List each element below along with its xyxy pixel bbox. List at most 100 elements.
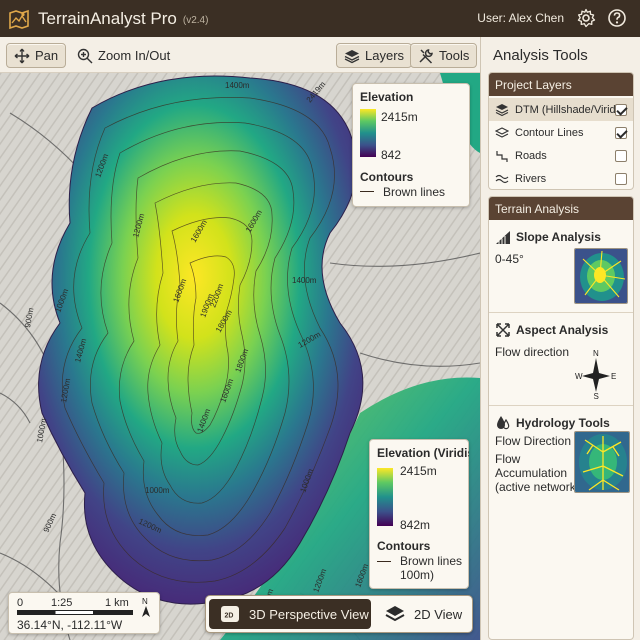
north-arrow-icon: N — [142, 597, 150, 617]
compass-s: S — [594, 392, 599, 400]
aspect-title-row: Aspect Analysis — [494, 321, 608, 339]
layers-icon — [344, 49, 360, 63]
contour-icon — [495, 126, 509, 138]
river-icon — [495, 174, 509, 183]
elevation-ramp — [377, 468, 393, 526]
legend-max: 2415m — [400, 464, 437, 478]
coordinate-readout: 36.14°N, -112.11°W — [17, 618, 123, 632]
elevation-viridis-legend: Elevation (Viridis 2415m 842m Contours B… — [369, 439, 469, 589]
slope-thumbnail[interactable] — [574, 248, 628, 304]
layer-name: DTM (Hillshade/Viridis — [515, 103, 615, 116]
user-label[interactable]: User: Alex Chen — [477, 11, 564, 25]
tools-label: Tools — [439, 48, 470, 63]
app-title: TerrainAnalyst Pro — [38, 8, 177, 28]
layer-checkbox-rivers[interactable] — [615, 172, 627, 185]
3d-view-label: 3D Perspective View — [249, 606, 369, 622]
slope-title: Slope Analysis — [516, 230, 601, 244]
aspect-analysis-tool[interactable]: Aspect Analysis Flow direction N S W E — [489, 312, 633, 405]
north-label: N — [142, 597, 148, 606]
legend-title: Elevation — [360, 90, 414, 104]
project-layers-header: Project Layers — [489, 73, 633, 96]
3d-view-button[interactable]: 2D 3D Perspective View — [209, 599, 371, 629]
terrain-analysis-header: Terrain Analysis — [489, 197, 633, 220]
water-drop-icon — [497, 416, 510, 430]
hydrology-line1: Flow Direction — [495, 434, 572, 448]
legend-contours-title: Contours — [360, 170, 414, 184]
slope-triangle-icon — [496, 231, 510, 244]
move-arrows-icon — [14, 48, 30, 63]
slope-range: 0-45° — [495, 252, 524, 266]
legend-contours-line1: Brown lines — [400, 554, 463, 568]
compass-rose-icon: N S W E — [575, 349, 616, 400]
aspect-desc: Flow direction — [495, 345, 570, 359]
layer-row-contours[interactable]: Contour Lines — [489, 121, 633, 144]
layers-label: Layers — [365, 48, 405, 63]
analysis-panel: Analysis Tools Project Layers DTM (Hills… — [480, 37, 640, 640]
project-layers-section: Project Layers DTM (Hillshade/Viridis Co… — [488, 72, 634, 190]
layers-icon — [495, 103, 509, 116]
hydrology-line4: (active network — [495, 480, 576, 494]
terrain-analysis-section: Terrain Analysis Slope Analysis 0-45° As… — [488, 196, 634, 640]
layers-button[interactable]: Layers — [336, 43, 413, 68]
layer-checkbox-contours[interactable] — [615, 126, 627, 139]
contour-line-swatch — [360, 191, 374, 192]
layer-checkbox-roads[interactable] — [615, 149, 627, 162]
cube-3d-icon: 2D — [221, 606, 239, 622]
contour-label: 1400m — [292, 276, 317, 285]
help-icon[interactable] — [607, 8, 627, 28]
hydrology-tool[interactable]: Hydrology Tools Flow Direction Flow Accu… — [489, 405, 633, 639]
wrench-screwdriver-icon — [419, 48, 433, 64]
layer-row-dtm[interactable]: DTM (Hillshade/Viridis — [489, 98, 633, 121]
aspect-title: Aspect Analysis — [516, 323, 609, 337]
hydrology-title-row: Hydrology Tools — [494, 414, 610, 432]
layer-checkbox-dtm[interactable] — [615, 103, 627, 116]
map-logo-icon — [9, 9, 29, 29]
hydrology-line2: Flow — [495, 452, 521, 466]
flow-accumulation-thumbnail[interactable] — [574, 431, 630, 493]
zoom-label: Zoom In/Out — [98, 48, 171, 63]
legend-contours-title: Contours — [377, 539, 431, 553]
pan-button[interactable]: Pan — [6, 43, 67, 68]
compass-w: W — [575, 372, 583, 381]
legend-title: Elevation (Viridis — [377, 446, 469, 460]
2d-view-button[interactable]: 2D View — [378, 599, 470, 629]
tools-button[interactable]: Tools — [410, 43, 478, 68]
layers-stack-icon — [385, 606, 405, 622]
contour-label: 1000m — [145, 486, 170, 495]
layer-name: Roads — [515, 149, 547, 162]
legend-contours-desc: Brown lines — [383, 185, 446, 199]
terrain-map[interactable]: 1000m 1200m 1400m 1200m 1600m 1900m 2200… — [0, 73, 480, 640]
legend-min: 842 — [381, 148, 402, 162]
hydrology-line3: Accumulation — [495, 466, 568, 480]
scale-ratio: 1:25 — [51, 597, 73, 609]
2d-view-label: 2D View — [414, 606, 463, 622]
contour-line-swatch — [377, 561, 391, 562]
layer-name: Contour Lines — [515, 126, 584, 139]
slope-title-row: Slope Analysis — [494, 228, 601, 246]
gear-icon[interactable] — [576, 8, 596, 28]
zoom-magnifier-icon — [77, 48, 93, 63]
slope-analysis-tool[interactable]: Slope Analysis 0-45° — [489, 220, 633, 312]
pan-label: Pan — [35, 48, 59, 63]
elevation-legend: Elevation 2415m 842 Contours Brown lines — [352, 83, 470, 207]
scale-zero: 0 — [17, 597, 24, 609]
legend-max: 2415m — [381, 110, 418, 124]
hydrology-title: Hydrology Tools — [516, 416, 610, 430]
view-mode-bar: 2D 3D Perspective View 2D View — [205, 595, 473, 633]
contour-label: 1400m — [225, 81, 250, 90]
layer-row-rivers[interactable]: Rivers — [489, 167, 633, 189]
legend-min: 842m — [400, 518, 431, 532]
layer-name: Rivers — [515, 172, 547, 185]
panel-title: Analysis Tools — [493, 47, 588, 64]
app-version: (v2.4) — [182, 14, 209, 26]
compass-n: N — [593, 349, 599, 358]
legend-contours-line2: 100m) — [400, 568, 435, 582]
map-toolbar: Pan Zoom In/Out Layers Tools — [0, 37, 480, 73]
layer-row-roads[interactable]: Roads — [489, 144, 633, 167]
scale-bar — [17, 610, 133, 615]
zoom-button[interactable]: Zoom In/Out — [70, 43, 177, 68]
scale-box: 0 1:25 1 km N 36.14°N, -112.11°W — [8, 592, 160, 634]
aspect-arrows-icon — [496, 323, 510, 337]
road-icon — [496, 150, 508, 162]
title-bar: TerrainAnalyst Pro (v2.4) User: Alex Che… — [0, 0, 640, 37]
